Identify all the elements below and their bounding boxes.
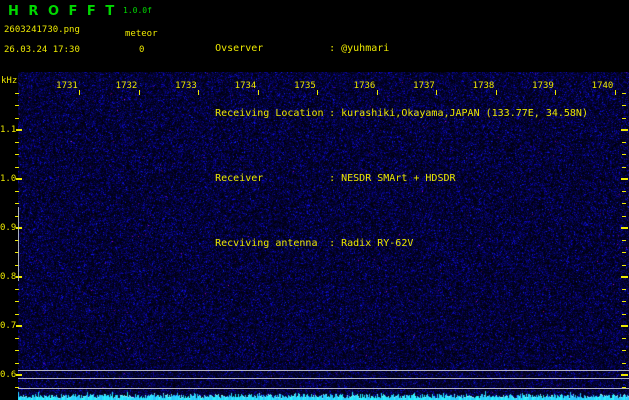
x-tick-label: 1737 [413, 81, 435, 91]
x-tick-mark [555, 90, 556, 95]
app-version: 1.0.0f [123, 6, 152, 15]
info-label: Receiving Location [215, 107, 329, 120]
y-minor-tick-right [622, 118, 626, 119]
x-tick-label: 1740 [592, 81, 614, 91]
info-colon: : [329, 107, 341, 120]
observation-datetime: 26.03.24 17:30 [4, 45, 80, 55]
x-tick-label: 1734 [235, 81, 257, 91]
x-tick-mark [436, 90, 437, 95]
info-label: Receiver [215, 172, 329, 185]
x-tick-label: 1732 [116, 81, 138, 91]
info-colon: : [329, 172, 341, 185]
x-tick-mark [317, 90, 318, 95]
y-tick-label: 1.0 [0, 174, 16, 184]
y-minor-tick-right [622, 240, 626, 241]
observer-info-block: Ovserver: @yuhmari Receiving Location: kur… [179, 3, 588, 289]
y-minor-tick-left [15, 301, 19, 302]
x-tick-label: 1739 [532, 81, 554, 91]
x-tick-mark [79, 90, 80, 95]
y-minor-tick-left [15, 93, 19, 94]
hrofft-screenshot: H R O F F T 1.0.0f 2603241730.png meteor… [0, 0, 629, 400]
x-tick-label: 1731 [56, 81, 78, 91]
info-label: Ovserver [215, 42, 329, 55]
y-minor-tick-left [15, 118, 19, 119]
calibration-marker-line [18, 207, 19, 281]
info-row-location: Receiving Location: kurashiki,Okayama,JAP… [179, 94, 588, 133]
y-minor-tick-right [622, 93, 626, 94]
x-tick-label: 1735 [294, 81, 316, 91]
y-tick-label: 1.1 [0, 125, 16, 135]
y-minor-tick-right [622, 203, 626, 204]
info-value: kurashiki,Okayama,JAPAN (133.77E, 34.58N… [341, 108, 588, 119]
y-minor-tick-right [622, 167, 626, 168]
y-tick-label: 0.6 [0, 370, 16, 380]
y-minor-tick-right [622, 154, 626, 155]
y-tick-label: 0.8 [0, 272, 16, 282]
reference-line [18, 370, 629, 371]
x-tick-mark [198, 90, 199, 95]
y-minor-tick-right [622, 252, 626, 253]
y-minor-tick-right [622, 105, 626, 106]
y-minor-tick-right [622, 301, 626, 302]
y-major-tick-right [621, 227, 628, 229]
y-minor-tick-right [622, 338, 626, 339]
x-tick-mark [258, 90, 259, 95]
info-colon: : [329, 42, 341, 55]
y-minor-tick-left [15, 338, 19, 339]
info-row-observer: Ovserver: @yuhmari [179, 29, 588, 68]
y-minor-tick-left [15, 191, 19, 192]
y-minor-tick-left [15, 203, 19, 204]
y-minor-tick-left [15, 154, 19, 155]
y-major-tick-left [16, 227, 22, 229]
y-major-tick-right [621, 178, 628, 180]
y-tick-label: 0.9 [0, 223, 16, 233]
info-row-receiver: Receiver: NESDR SMArt + HDSDR [179, 159, 588, 198]
y-major-tick-right [621, 374, 628, 376]
y-minor-tick-right [622, 363, 626, 364]
y-minor-tick-left [15, 363, 19, 364]
y-major-tick-left [16, 178, 22, 180]
y-axis-unit-label: kHz [1, 76, 17, 86]
info-colon: : [329, 237, 341, 250]
y-major-tick-right [621, 325, 628, 327]
info-value: @yuhmari [341, 43, 389, 54]
y-minor-tick-left [15, 314, 19, 315]
x-tick-label: 1738 [473, 81, 495, 91]
app-title: H R O F F T [8, 4, 117, 19]
x-tick-mark [496, 90, 497, 95]
y-minor-tick-right [622, 142, 626, 143]
y-minor-tick-right [622, 314, 626, 315]
y-major-tick-left [16, 325, 22, 327]
info-value: NESDR SMArt + HDSDR [341, 173, 455, 184]
y-minor-tick-left [15, 289, 19, 290]
echo-count: 0 [139, 45, 144, 55]
reference-line [18, 388, 629, 389]
y-minor-tick-right [622, 350, 626, 351]
y-minor-tick-right [622, 289, 626, 290]
y-minor-tick-left [15, 105, 19, 106]
y-tick-label: 0.7 [0, 321, 16, 331]
x-tick-mark [377, 90, 378, 95]
mode-label: meteor [125, 29, 158, 39]
y-minor-tick-left [15, 142, 19, 143]
y-minor-tick-right [622, 216, 626, 217]
x-tick-label: 1736 [354, 81, 376, 91]
y-major-tick-left [16, 374, 22, 376]
info-value: Radix RY-62V [341, 238, 413, 249]
y-minor-tick-right [622, 191, 626, 192]
info-row-antenna: Recviving antenna: Radix RY-62V [179, 224, 588, 263]
x-tick-label: 1733 [175, 81, 197, 91]
output-filename: 2603241730.png [4, 25, 80, 35]
y-minor-tick-left [15, 350, 19, 351]
y-minor-tick-right [622, 265, 626, 266]
y-major-tick-left [16, 129, 22, 131]
y-major-tick-left [16, 276, 22, 278]
reference-line [18, 378, 629, 379]
y-minor-tick-left [15, 167, 19, 168]
info-label: Recviving antenna [215, 237, 329, 250]
x-tick-mark [139, 90, 140, 95]
x-tick-mark [615, 90, 616, 95]
y-major-tick-right [621, 129, 628, 131]
y-major-tick-right [621, 276, 628, 278]
